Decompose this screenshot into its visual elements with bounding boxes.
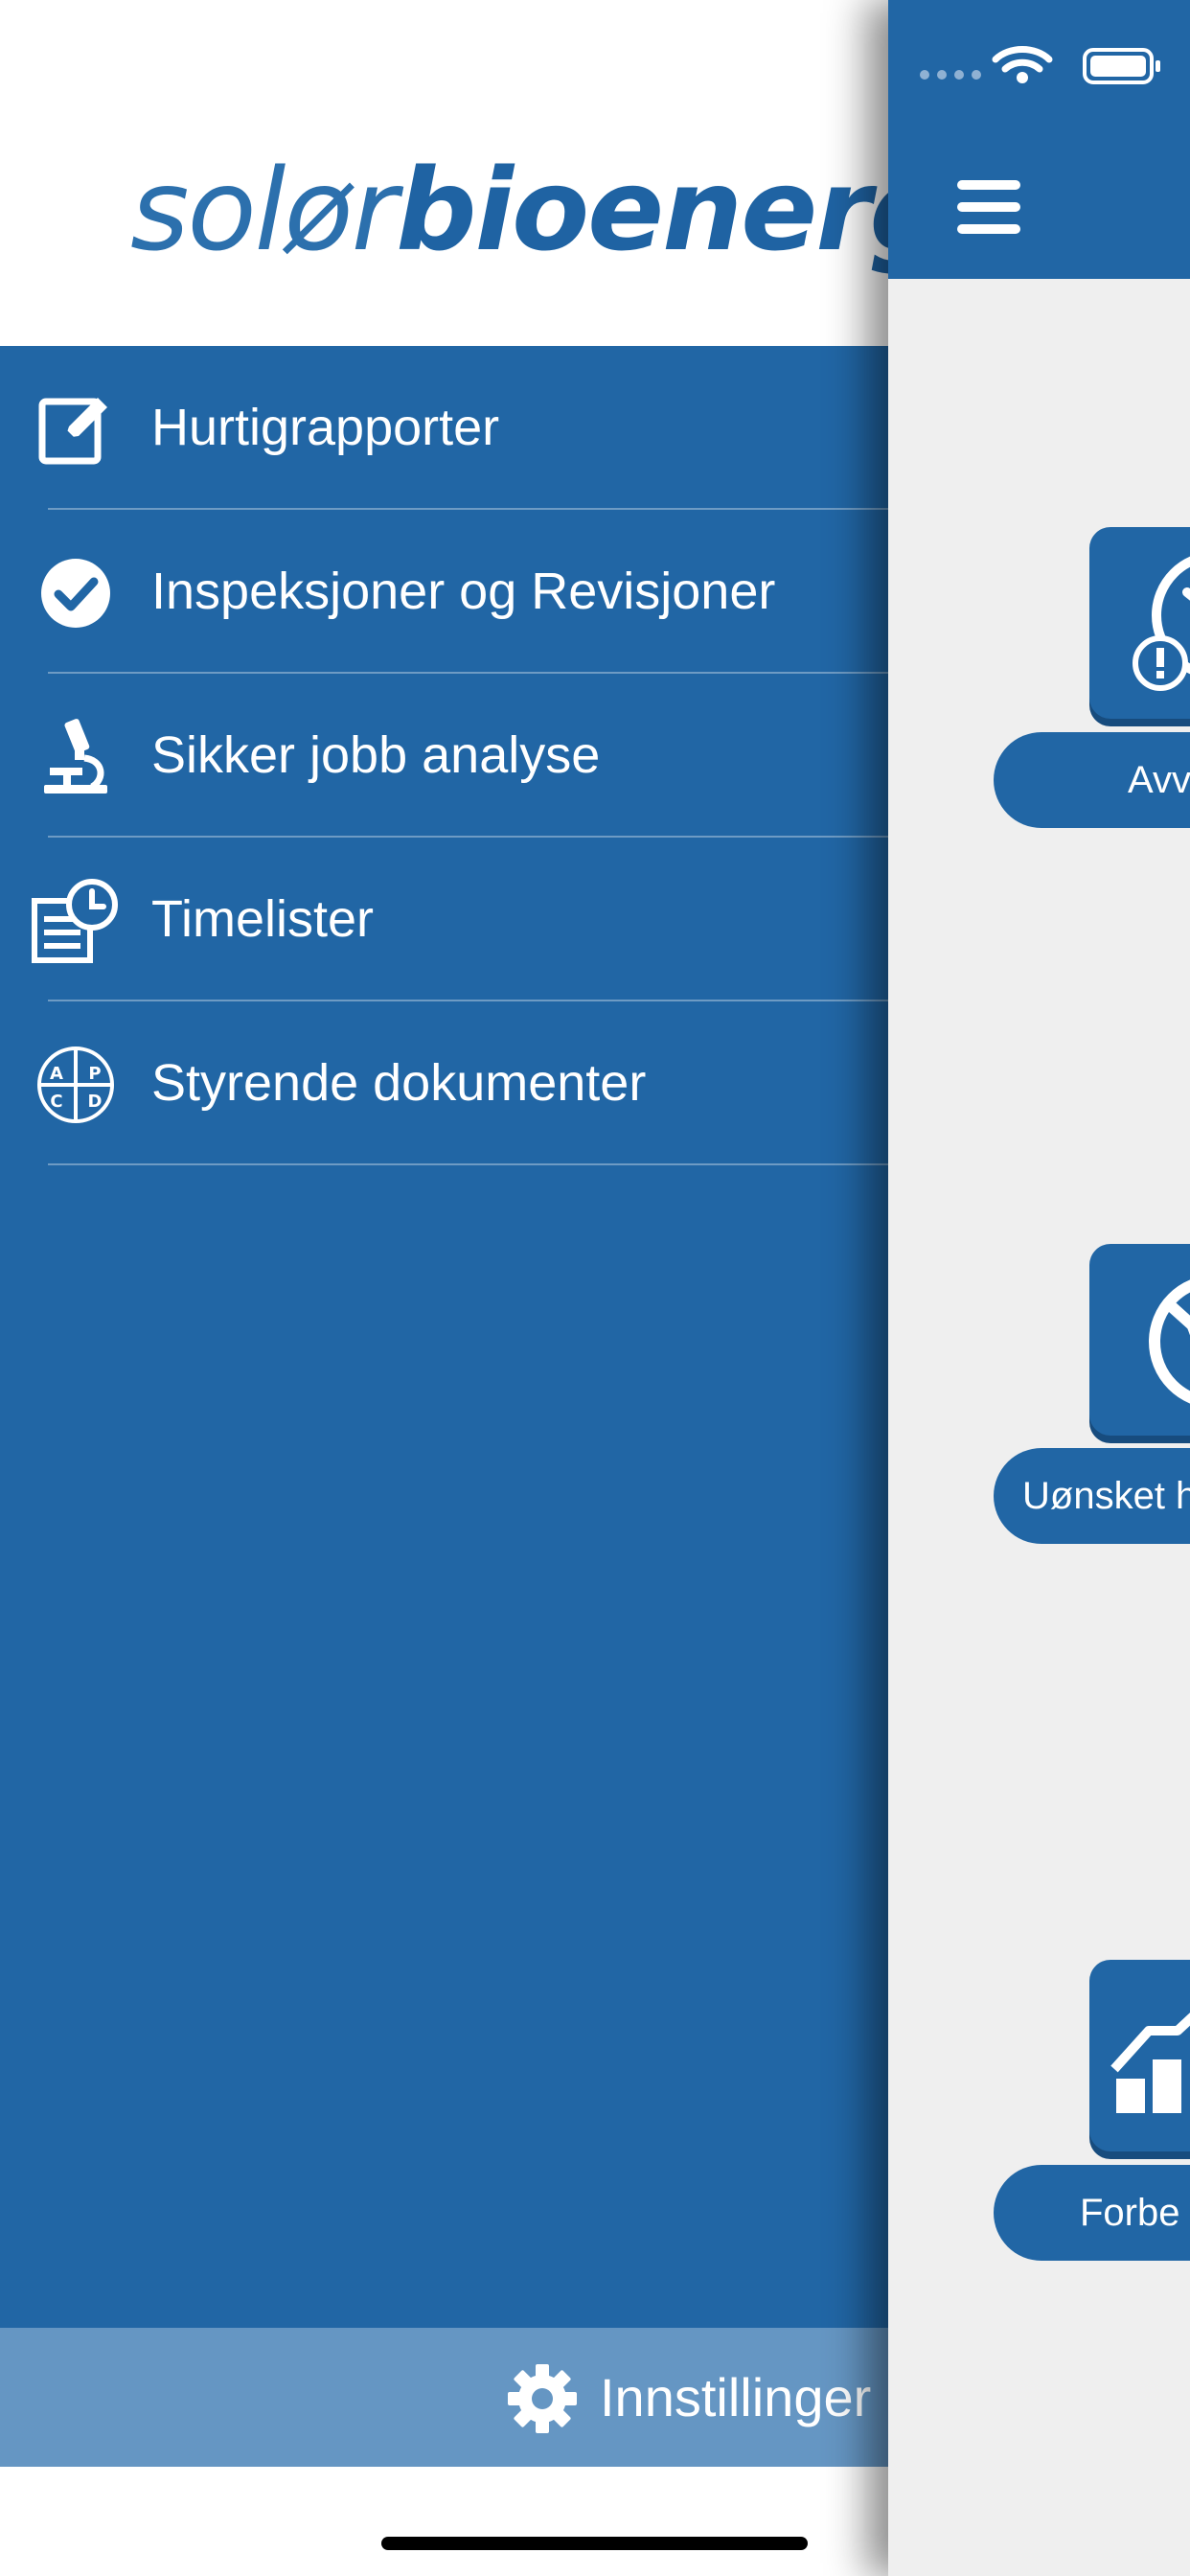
menu-item-label: Inspeksjoner og Revisjoner <box>151 563 776 620</box>
menu-item-label: Timelister <box>151 890 375 948</box>
logo-text-light: solør <box>130 144 398 276</box>
timesheet-clock-icon <box>29 876 121 968</box>
signal-icon <box>920 70 981 80</box>
pdca-letter: C <box>50 1092 62 1112</box>
tile-label-text: Avv <box>1128 759 1190 801</box>
hamburger-menu-icon[interactable] <box>957 180 1020 234</box>
menu-item-label: Sikker jobb analyse <box>151 726 601 784</box>
edit-note-icon <box>34 388 117 471</box>
pdca-letter: A <box>50 1064 63 1084</box>
main-content: Avv Uønsket h Forbe <box>888 0 1190 2576</box>
menu-divider <box>48 1163 888 1165</box>
menu-item-styrende-dokumenter[interactable]: A P C D Styrende dokumenter <box>0 1001 888 1165</box>
pdca-icon: A P C D <box>34 1044 117 1126</box>
menu-item-timelister[interactable]: Timelister <box>0 838 888 1001</box>
tile-label-text: Uønsket h <box>1022 1475 1190 1517</box>
top-bar <box>888 0 1190 279</box>
menu-item-label: Styrende dokumenter <box>151 1054 647 1112</box>
menu-item-inspeksjoner[interactable]: Inspeksjoner og Revisjoner <box>0 510 888 674</box>
settings-button[interactable]: Innstillinger <box>0 2328 888 2467</box>
brand-logo: solørbioenergi <box>130 144 987 288</box>
pdca-letter: P <box>88 1064 101 1084</box>
tile-label-avvik[interactable]: Avv <box>994 732 1190 828</box>
drawer-menu: Hurtigrapporter Inspeksjoner og Revisjon… <box>0 346 888 2328</box>
tile-label-text: Forbe <box>1080 2192 1180 2234</box>
side-drawer: solørbioenergi Hurtigrapporter Inspeksjo… <box>0 0 987 2576</box>
gear-icon <box>506 2362 579 2435</box>
drawer-header: solørbioenergi <box>0 0 987 346</box>
status-bar <box>917 38 1190 96</box>
tile-label-uonsket[interactable]: Uønsket h <box>994 1448 1190 1544</box>
no-hand-icon <box>1149 1279 1190 1404</box>
battery-icon <box>1083 48 1160 84</box>
home-indicator[interactable] <box>381 2537 808 2550</box>
menu-item-sikker-jobb-analyse[interactable]: Sikker jobb analyse <box>0 674 888 838</box>
improvement-chart-icon <box>1110 2012 1190 2113</box>
check-circle-icon <box>34 552 117 634</box>
tile-label-forbedring[interactable]: Forbe <box>994 2165 1190 2261</box>
menu-item-hurtigrapporter[interactable]: Hurtigrapporter <box>0 346 888 510</box>
pdca-letter: D <box>88 1092 103 1112</box>
tile-forbedring[interactable] <box>1089 1960 1190 2151</box>
settings-label: Innstillinger <box>600 2367 872 2427</box>
tile-uonsket-hendelse[interactable] <box>1089 1244 1190 1436</box>
microscope-icon <box>34 716 117 798</box>
menu-item-label: Hurtigrapporter <box>151 399 500 456</box>
wifi-icon <box>992 46 1053 73</box>
clock-warning-icon <box>1133 556 1190 691</box>
tile-avvik[interactable] <box>1089 527 1190 719</box>
